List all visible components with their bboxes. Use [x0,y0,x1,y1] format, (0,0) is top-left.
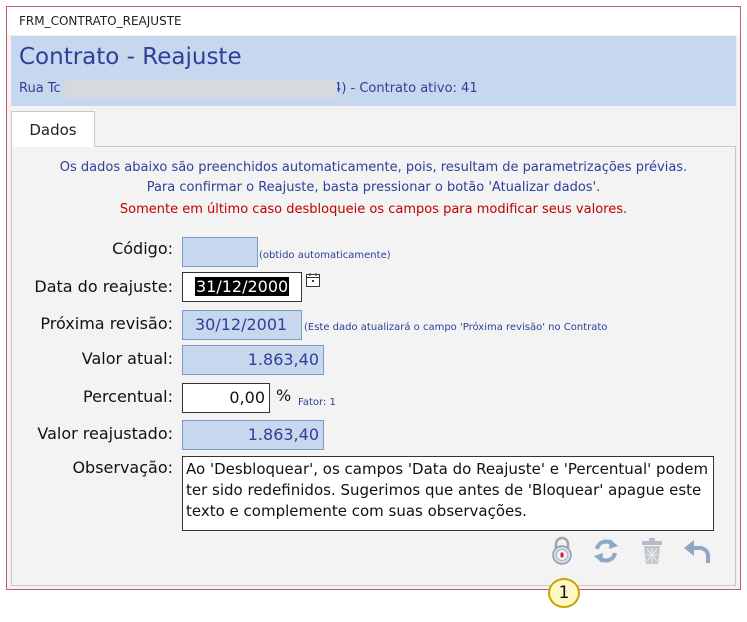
trash-icon [638,536,666,570]
proxima-revisao-field[interactable]: 30/12/2001 [182,310,302,340]
address-prefix: Rua Tc [19,81,61,96]
lock-icon [548,536,576,570]
info-line-1: Os dados abaixo são preenchidos automati… [59,160,688,175]
data-reajuste-value: 31/12/2000 [195,277,290,296]
observacao-label: Observação: [72,458,173,477]
form-header: Contrato - Reajuste Rua Tc ;4) - Contrato… [11,36,736,106]
callout-badge: 1 [548,578,580,608]
calendar-icon[interactable] [305,272,321,288]
data-reajuste-field[interactable]: 31/12/2000 [182,272,302,302]
proxima-revisao-label: Próxima revisão: [40,314,173,333]
refresh-button[interactable] [590,537,622,569]
window-title: FRM_CONTRATO_REAJUSTE [7,7,740,35]
percentual-field[interactable]: 0,00 [182,383,270,413]
proxima-revisao-hint: (Este dado atualizará o campo 'Próxima r… [304,322,608,333]
valor-reajustado-field[interactable]: 1.863,40 [182,420,324,450]
percent-unit: % [276,386,292,405]
percentual-label: Percentual: [83,387,173,406]
lock-button[interactable] [546,536,578,570]
undo-icon [682,536,712,570]
observacao-textarea[interactable]: Ao 'Desbloquear', os campos 'Data do Rea… [182,456,714,531]
refresh-icon [591,536,621,570]
undo-button[interactable] [681,537,713,569]
codigo-hint: (obtido automaticamente) [259,250,391,261]
valor-reajustado-label: Valor reajustado: [37,424,173,443]
redacted-area [65,80,337,98]
address-suffix: ;4) - Contrato ativo: 41 [328,81,478,96]
valor-atual-label: Valor atual: [81,349,173,368]
codigo-label: Código: [112,239,173,258]
data-reajuste-label: Data do reajuste: [34,277,173,296]
delete-button[interactable] [636,537,668,569]
codigo-field[interactable] [182,237,258,267]
fator-text: Fator: 1 [298,397,336,408]
warning-line: Somente em último caso desbloqueie os ca… [119,202,628,217]
info-line-2: Para confirmar o Reajuste, basta pressio… [146,180,601,195]
valor-atual-field[interactable]: 1.863,40 [182,345,324,375]
tab-dados[interactable]: Dados [11,111,95,147]
page-title: Contrato - Reajuste [19,44,242,70]
